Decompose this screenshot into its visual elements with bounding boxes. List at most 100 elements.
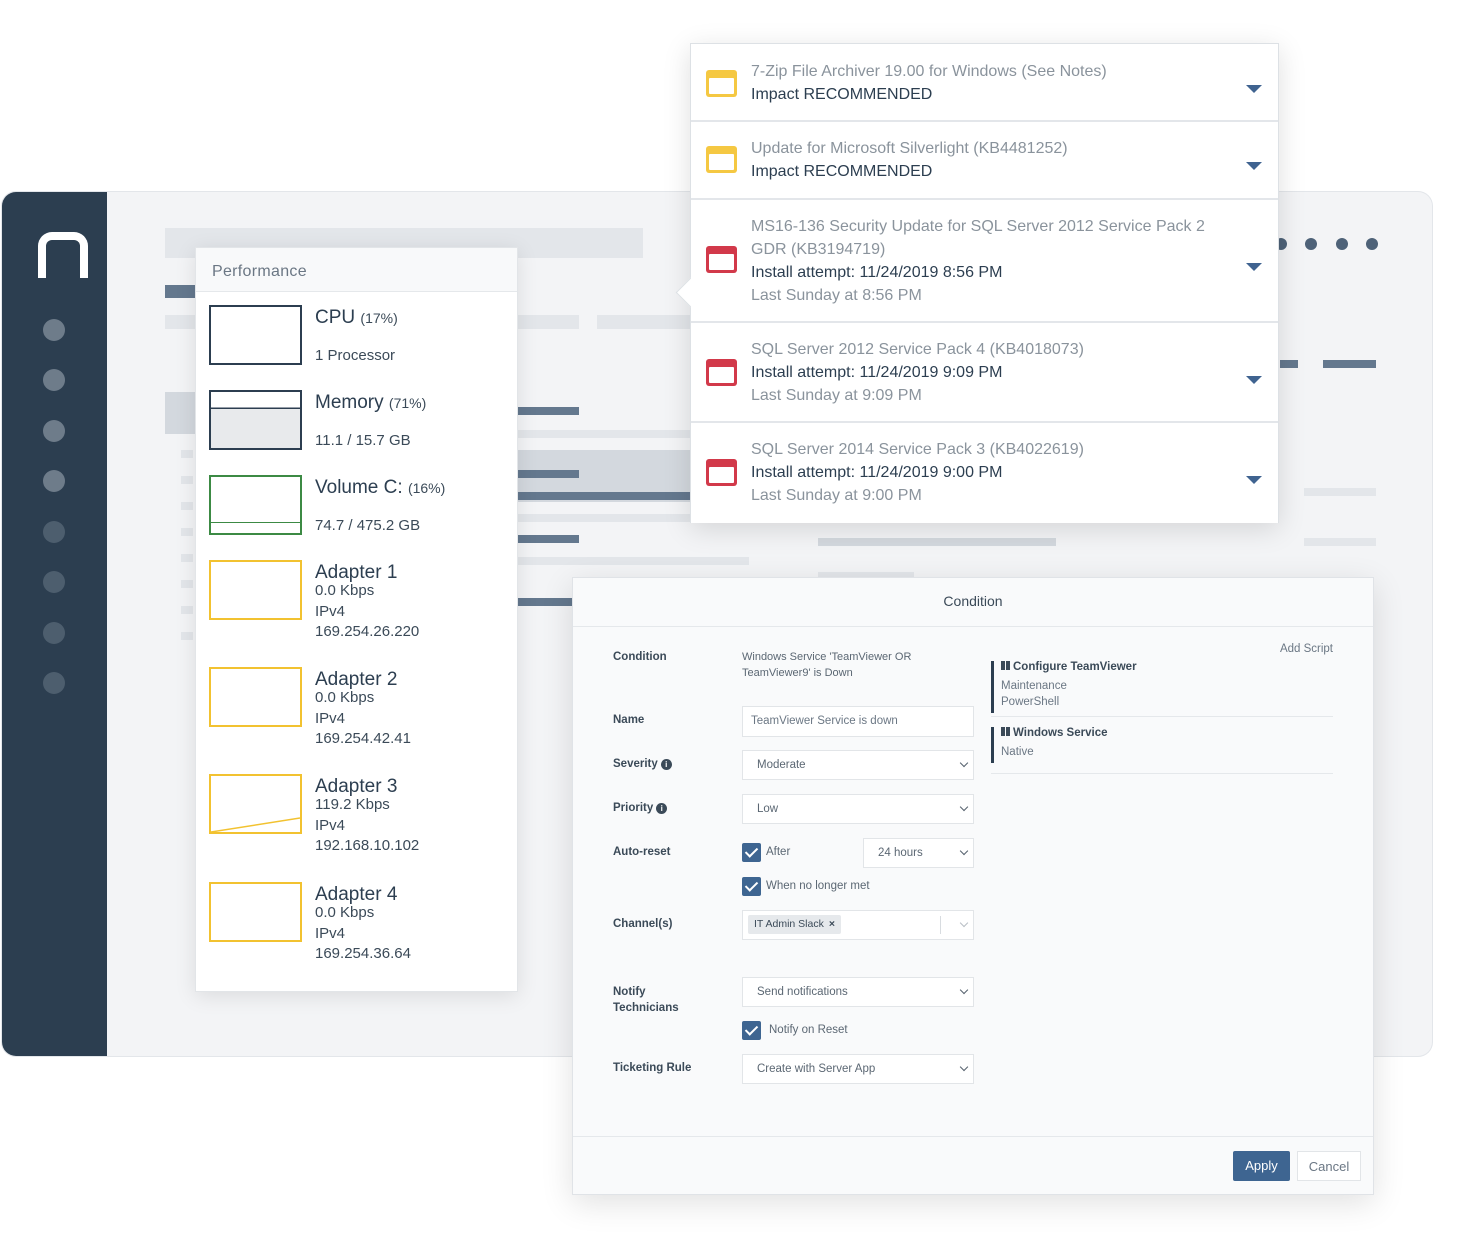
ticketing-rule-select[interactable]: Create with Server App (742, 1054, 974, 1084)
channels-label: Channel(s) (613, 918, 673, 930)
priority-label: Priority i (613, 802, 668, 814)
update-item[interactable]: Update for Microsoft Silverlight (KB4481… (691, 122, 1278, 200)
last-attempt: Last Sunday at 9:00 PM (751, 487, 922, 504)
update-item[interactable]: MS16-136 Security Update for SQL Server … (691, 200, 1278, 323)
pending-window-icon (706, 70, 737, 97)
add-script-link[interactable]: Add Script (1280, 643, 1333, 655)
remove-tag-icon[interactable]: × (829, 918, 835, 930)
metric-detail: 0.0 Kbps (315, 904, 375, 921)
notify-select[interactable]: Send notifications (742, 977, 974, 1007)
adapter-graph (209, 882, 302, 942)
priority-label-text: Priority (613, 802, 654, 814)
placeholder-bar (1323, 360, 1376, 368)
metric-name: Memory (315, 392, 384, 413)
update-item[interactable]: 7-Zip File Archiver 19.00 for Windows (S… (691, 44, 1278, 122)
failed-window-icon (706, 359, 737, 386)
script-item[interactable]: Configure TeamViewer Maintenance PowerSh… (991, 661, 1333, 717)
priority-value: Low (757, 803, 779, 815)
last-attempt: Last Sunday at 9:09 PM (751, 387, 922, 404)
cancel-button[interactable]: Cancel (1297, 1151, 1361, 1181)
last-attempt: Last Sunday at 8:56 PM (751, 287, 922, 304)
notify-technicians-label: Notify Technicians (613, 984, 679, 1016)
chevron-down-icon[interactable] (1246, 376, 1262, 384)
severity-label-text: Severity (613, 758, 658, 770)
script-category: Maintenance (1001, 680, 1067, 692)
pager-dot[interactable] (1366, 238, 1378, 250)
placeholder-bullet (181, 528, 193, 536)
adapter-graph (209, 774, 302, 834)
script-type: Native (1001, 746, 1034, 758)
script-type: PowerShell (1001, 696, 1060, 708)
after-duration-value: 24 hours (878, 847, 923, 859)
apply-button[interactable]: Apply (1233, 1151, 1290, 1181)
when-no-longer-met-checkbox[interactable] (742, 877, 761, 896)
placeholder-block (597, 315, 692, 329)
after-checkbox[interactable] (742, 843, 761, 862)
update-item[interactable]: SQL Server 2014 Service Pack 3 (KB402261… (691, 423, 1278, 523)
update-item[interactable]: SQL Server 2012 Service Pack 4 (KB401807… (691, 323, 1278, 423)
severity-select[interactable]: Moderate (742, 750, 974, 780)
script-item[interactable]: Windows Service Native (991, 727, 1333, 774)
placeholder-bullet (181, 632, 193, 640)
metric-name: CPU (315, 307, 356, 328)
adapter-graph (209, 560, 302, 620)
placeholder-bar (517, 557, 749, 565)
adapter-traffic-line (211, 817, 300, 832)
metric-percent: (16%) (407, 480, 446, 496)
failed-window-icon (706, 246, 737, 273)
pager-dot[interactable] (1336, 238, 1348, 250)
metric-percent: (71%) (388, 395, 427, 411)
metric-detail: 169.254.42.41 (315, 730, 411, 747)
nav-item-4[interactable] (43, 470, 65, 492)
metric-detail: 192.168.10.102 (315, 837, 420, 854)
condition-dialog: Condition Condition Windows Service 'Tea… (572, 577, 1374, 1195)
adapter-graph (209, 667, 302, 727)
metric-detail: IPv4 (315, 817, 346, 834)
name-input[interactable]: TeamViewer Service is down (742, 706, 974, 737)
chevron-down-icon[interactable] (1246, 162, 1262, 170)
nav-item-1[interactable] (43, 319, 65, 341)
pending-window-icon (706, 146, 737, 173)
update-impact: Impact RECOMMENDED (751, 86, 933, 103)
placeholder-block (165, 392, 195, 434)
priority-select[interactable]: Low (742, 794, 974, 824)
update-title: 7-Zip File Archiver 19.00 for Windows (S… (751, 63, 1107, 80)
nav-item-2[interactable] (43, 369, 65, 391)
update-title: Update for Microsoft Silverlight (KB4481… (751, 140, 1068, 157)
placeholder-bar (1304, 538, 1376, 546)
notify-value: Send notifications (757, 986, 848, 998)
placeholder-bullet (181, 606, 193, 614)
chevron-down-icon[interactable] (1246, 476, 1262, 484)
dialog-title: Condition (573, 578, 1373, 627)
chevron-down-icon[interactable] (1246, 263, 1262, 271)
ticketing-rule-label: Ticketing Rule (613, 1062, 692, 1074)
after-duration-select[interactable]: 24 hours (863, 838, 974, 868)
metric-detail: 0.0 Kbps (315, 689, 375, 706)
nav-item-3[interactable] (43, 420, 65, 442)
info-icon[interactable]: i (660, 759, 672, 770)
nav-item-6[interactable] (43, 571, 65, 593)
pager-dot[interactable] (1305, 238, 1317, 250)
nav-item-7[interactable] (43, 622, 65, 644)
notify-label-line: Notify (613, 986, 646, 998)
memory-graph (209, 390, 302, 450)
chevron-down-icon[interactable] (1246, 85, 1262, 93)
nav-item-5[interactable] (43, 521, 65, 543)
condition-text-line: Windows Service 'TeamViewer OR (742, 651, 912, 663)
update-impact: Impact RECOMMENDED (751, 163, 933, 180)
after-label: After (766, 846, 791, 858)
select-separator (940, 916, 941, 934)
channels-select[interactable]: IT Admin Slack × (742, 910, 974, 940)
metric-detail: 169.254.36.64 (315, 945, 411, 962)
nav-item-8[interactable] (43, 672, 65, 694)
channel-tag: IT Admin Slack × (748, 915, 841, 934)
windows-icon (1001, 727, 1010, 736)
placeholder-bar (517, 430, 692, 438)
windows-icon (1001, 661, 1010, 670)
info-icon[interactable]: i (656, 803, 668, 814)
metric-name: Volume C: (315, 477, 403, 498)
notify-on-reset-checkbox[interactable] (742, 1021, 761, 1040)
ticketing-value: Create with Server App (757, 1063, 876, 1075)
placeholder-bar (517, 514, 692, 522)
performance-panel: Performance CPU (17%) 1 Processor Memory… (195, 247, 518, 992)
